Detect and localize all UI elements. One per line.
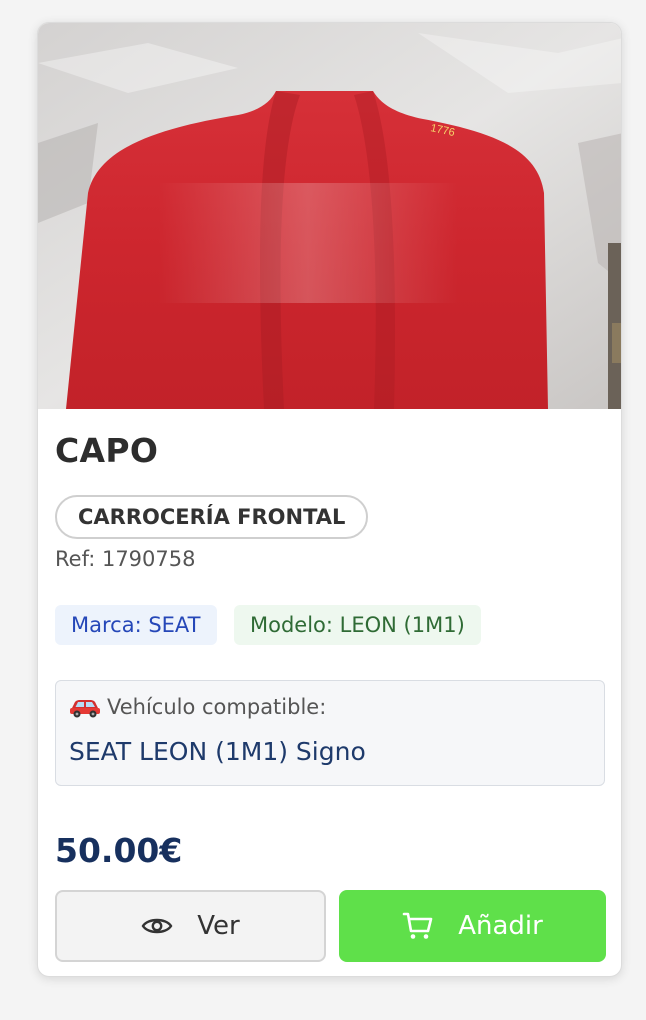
product-title: CAPO <box>55 431 159 470</box>
model-tag: Modelo: LEON (1M1) <box>234 605 481 645</box>
compatible-vehicle-label: Vehículo compatible: <box>107 695 327 719</box>
view-button-label: Ver <box>197 911 240 941</box>
product-card: 1776 CAPO CARROCERÍA FRONTAL Ref: 179075… <box>37 22 622 977</box>
category-badge: CARROCERÍA FRONTAL <box>55 495 369 539</box>
compatible-vehicle-box: Vehículo compatible: SEAT LEON (1M1) Sig… <box>55 680 605 786</box>
car-icon <box>70 700 100 718</box>
compatible-vehicle-label-row: Vehículo compatible: <box>68 695 326 719</box>
add-to-cart-button[interactable]: Añadir <box>339 890 606 962</box>
product-photo: 1776 <box>38 23 621 409</box>
view-button[interactable]: Ver <box>55 890 326 962</box>
cart-icon <box>402 911 434 941</box>
eye-icon <box>141 915 173 937</box>
product-ref: Ref: 1790758 <box>55 547 196 571</box>
compatible-vehicle-value: SEAT LEON (1M1) Signo <box>69 737 366 766</box>
add-to-cart-label: Añadir <box>458 911 543 941</box>
product-price: 50.00€ <box>55 831 183 870</box>
brand-tag: Marca: SEAT <box>55 605 217 645</box>
